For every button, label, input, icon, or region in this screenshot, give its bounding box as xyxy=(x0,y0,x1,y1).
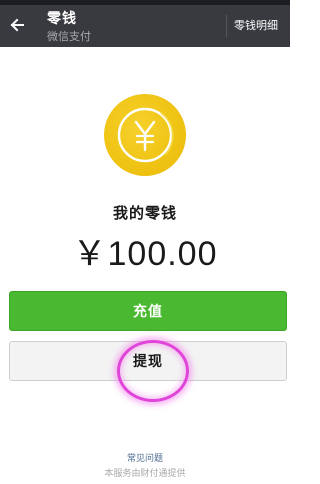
recharge-button-label: 充值 xyxy=(133,304,163,320)
back-button[interactable] xyxy=(4,9,30,41)
page-subtitle: 微信支付 xyxy=(47,30,91,43)
back-arrow-icon xyxy=(10,18,24,32)
app-bar: 零钱 微信支付 零钱明细 xyxy=(0,5,290,47)
withdraw-button[interactable]: 提现 xyxy=(9,341,287,381)
change-details-button[interactable]: 零钱明细 xyxy=(234,17,278,33)
recharge-button[interactable]: 充值 xyxy=(9,291,287,331)
balance-amount: ￥100.00 xyxy=(72,235,218,273)
appbar-divider xyxy=(226,15,227,37)
withdraw-button-label: 提现 xyxy=(133,354,163,370)
page-title: 零钱 xyxy=(47,11,77,27)
service-provider-note: 本服务由财付通提供 xyxy=(104,469,186,479)
faq-link[interactable]: 常见问题 xyxy=(0,451,290,464)
wallet-label: 我的零钱 xyxy=(112,204,177,222)
yen-coin-icon xyxy=(104,94,186,176)
